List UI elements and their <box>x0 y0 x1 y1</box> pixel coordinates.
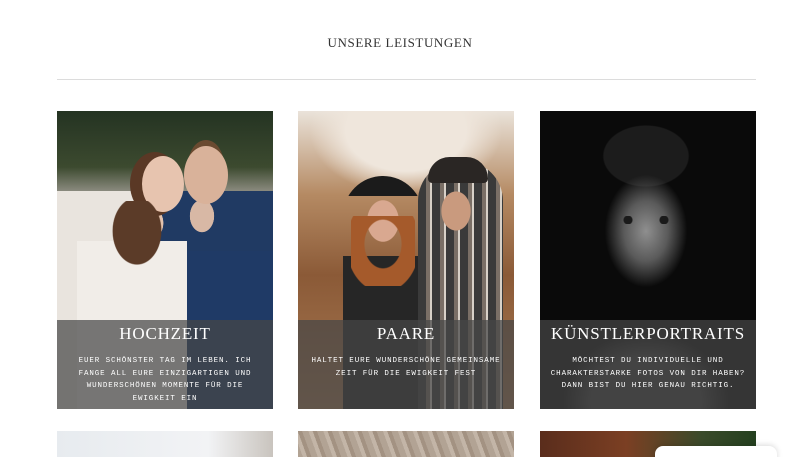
service-caption: PAARE HALTET EURE WUNDERSCHÖNE GEMEINSAM… <box>298 320 514 409</box>
section-divider <box>57 79 756 80</box>
service-caption: HOCHZEIT EUER SCHÖNSTER TAG IM LEBEN. IC… <box>57 320 273 409</box>
service-description: MÖCHTEST DU INDIVIDUELLE UND CHARAKTERST… <box>550 357 746 390</box>
section-title: UNSERE LEISTUNGEN <box>327 35 473 50</box>
service-card-hochzeit[interactable]: HOCHZEIT EUER SCHÖNSTER TAG IM LEBEN. IC… <box>57 111 273 409</box>
service-title[interactable]: HOCHZEIT <box>57 323 273 345</box>
service-description: EUER SCHÖNSTER TAG IM LEBEN. ICH FANGE A… <box>78 357 252 403</box>
service-title[interactable]: PAARE <box>298 323 514 345</box>
service-title[interactable]: KÜNSTLERPORTRAITS <box>540 323 756 345</box>
service-description: HALTET EURE WUNDERSCHÖNE GEMEINSAME ZEIT… <box>311 357 501 378</box>
service-card-kuenstlerportraits[interactable]: KÜNSTLERPORTRAITS MÖCHTEST DU INDIVIDUEL… <box>540 111 756 409</box>
service-caption: KÜNSTLERPORTRAITS MÖCHTEST DU INDIVIDUEL… <box>540 320 756 409</box>
gallery-card-partial[interactable] <box>298 431 514 457</box>
floating-widget-tab[interactable] <box>655 446 777 457</box>
gallery-card-partial[interactable] <box>57 431 273 457</box>
service-card-paare[interactable]: PAARE HALTET EURE WUNDERSCHÖNE GEMEINSAM… <box>298 111 514 409</box>
